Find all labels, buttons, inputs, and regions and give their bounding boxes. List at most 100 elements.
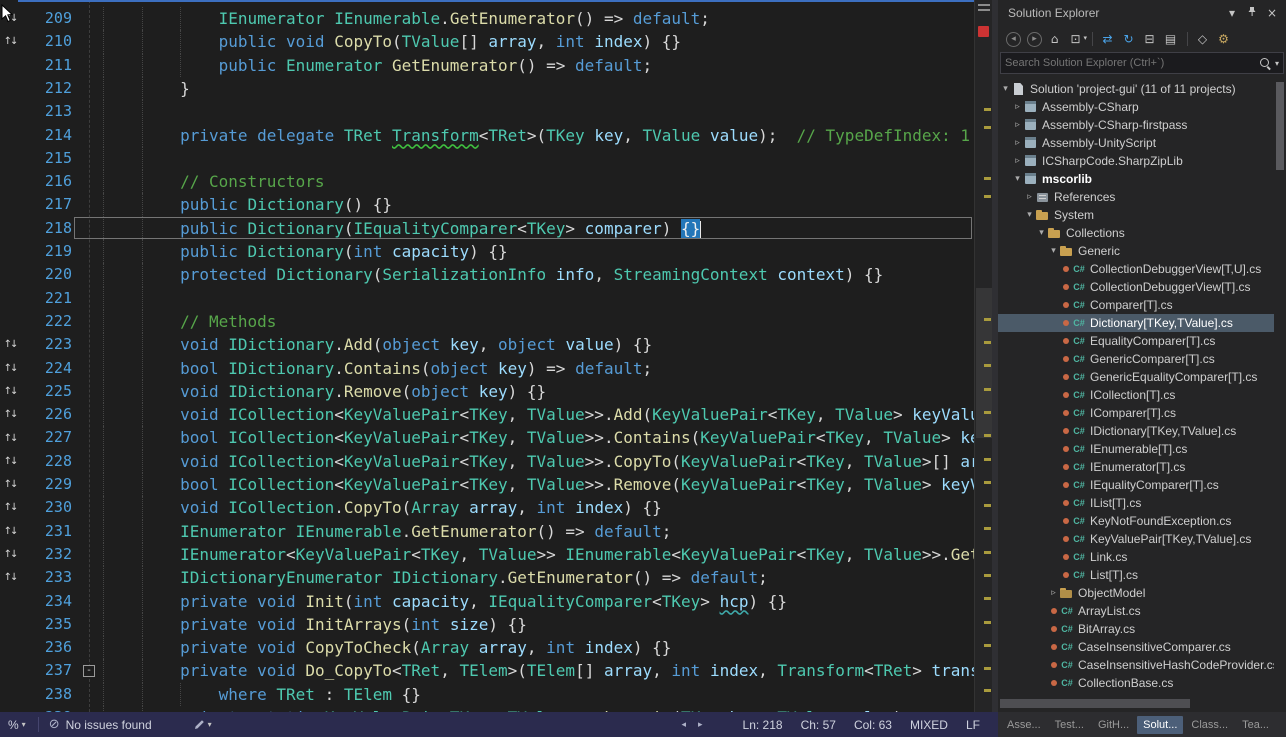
tree-item[interactable]: C#CollectionDebuggerView[T,U].cs <box>998 260 1274 278</box>
code-line[interactable]: 236 private void CopyToCheck(Array array… <box>0 636 974 659</box>
code-line[interactable]: ↑↓223 void IDictionary.Add(object key, o… <box>0 333 974 356</box>
code-line[interactable]: 211 public Enumerator GetEnumerator() =>… <box>0 54 974 77</box>
expander-icon[interactable]: ▹ <box>1012 138 1023 148</box>
interface-implementation-icon[interactable]: ↑↓ <box>0 409 20 420</box>
line-number[interactable]: 211 <box>20 54 72 77</box>
tree-item[interactable]: C#IEqualityComparer[T].cs <box>998 476 1274 494</box>
tree-item[interactable]: C#GenericEqualityComparer[T].cs <box>998 368 1274 386</box>
interface-implementation-icon[interactable]: ↑↓ <box>0 433 20 444</box>
interface-implementation-icon[interactable]: ↑↓ <box>0 572 20 583</box>
tree-item[interactable]: ▹References <box>998 188 1274 206</box>
tool-tab-class[interactable]: Class... <box>1185 716 1234 734</box>
code-line[interactable]: ↑↓210 public void CopyTo(TValue[] array,… <box>0 30 974 53</box>
tool-tab-test[interactable]: Test... <box>1049 716 1090 734</box>
code-line[interactable]: 238 where TRet : TElem {} <box>0 683 974 706</box>
line-number[interactable]: 230 <box>20 496 72 519</box>
sync-with-active-document-icon[interactable]: ⇄ <box>1098 30 1117 48</box>
tool-tab-solut[interactable]: Solut... <box>1137 716 1183 734</box>
interface-implementation-icon[interactable]: ↑↓ <box>0 479 20 490</box>
tree-item[interactable]: C#IEnumerable[T].cs <box>998 440 1274 458</box>
tree-item[interactable]: ▾Collections <box>998 224 1274 242</box>
code-line[interactable]: ↑↓228 void ICollection<KeyValuePair<TKey… <box>0 450 974 473</box>
interface-implementation-icon[interactable]: ↑↓ <box>0 456 20 467</box>
edit-mode-control[interactable]: ▾ <box>194 719 212 730</box>
tree-item[interactable]: C#List[T].cs <box>998 566 1274 584</box>
tree-item[interactable]: C#CollectionBase.cs <box>998 674 1274 692</box>
expander-icon[interactable]: ▾ <box>1012 174 1023 184</box>
tree-item[interactable]: ▹Assembly-UnityScript <box>998 134 1274 152</box>
line-number[interactable]: 219 <box>20 240 72 263</box>
line-number[interactable]: 237 <box>20 659 72 682</box>
interface-implementation-icon[interactable]: ↑↓ <box>0 526 20 537</box>
interface-implementation-icon[interactable]: ↑↓ <box>0 386 20 397</box>
tree-item[interactable]: C#Dictionary[TKey,TValue].cs <box>998 314 1274 332</box>
window-position-icon[interactable]: ▾ <box>1224 6 1240 20</box>
line-number[interactable]: 233 <box>20 566 72 589</box>
tool-tab-gith[interactable]: GitH... <box>1092 716 1135 734</box>
code-line[interactable]: 213 <box>0 100 974 123</box>
zoom-control[interactable]: % ▾ <box>8 718 26 732</box>
code-line[interactable]: ↑↓227 bool ICollection<KeyValuePair<TKey… <box>0 426 974 449</box>
interface-implementation-icon[interactable]: ↑↓ <box>0 363 20 374</box>
line-number[interactable]: 221 <box>20 287 72 310</box>
search-icon[interactable] <box>1259 57 1272 70</box>
switch-views-icon[interactable]: ⊡▾ <box>1066 30 1085 48</box>
tree-item[interactable]: C#KeyNotFoundException.cs <box>998 512 1274 530</box>
line-number[interactable]: 210 <box>20 30 72 53</box>
pin-icon[interactable] <box>1244 6 1260 20</box>
expander-icon[interactable]: ▾ <box>1048 246 1059 256</box>
scrollbar-thumb[interactable] <box>1000 699 1190 708</box>
code-line[interactable]: 237 private void Do_CopyTo<TRet, TElem>(… <box>0 659 974 682</box>
tree-item[interactable]: C#CaseInsensitiveHashCodeProvider.cs <box>998 656 1274 674</box>
interface-implementation-icon[interactable]: ↑↓ <box>0 549 20 560</box>
code-line[interactable]: 217 public Dictionary() {} <box>0 193 974 216</box>
expander-icon[interactable]: ▾ <box>1000 84 1011 94</box>
encoding-indicator[interactable]: MIXED <box>910 718 948 732</box>
tree-item[interactable]: C#Comparer[T].cs <box>998 296 1274 314</box>
view-code-icon[interactable]: ◇ <box>1193 30 1212 48</box>
line-number[interactable]: 224 <box>20 357 72 380</box>
interface-implementation-icon[interactable]: ↑↓ <box>0 339 20 350</box>
tree-item[interactable]: ▹ObjectModel <box>998 584 1274 602</box>
tree-item[interactable]: C#Link.cs <box>998 548 1274 566</box>
line-number[interactable]: 218 <box>20 217 72 240</box>
search-input[interactable] <box>1005 57 1259 69</box>
code-line[interactable]: ↑↓225 void IDictionary.Remove(object key… <box>0 380 974 403</box>
code-line[interactable]: 216 // Constructors <box>0 170 974 193</box>
expander-icon[interactable]: ▾ <box>1036 228 1047 238</box>
code-line[interactable]: 222 // Methods <box>0 310 974 333</box>
code-line[interactable]: 218 public Dictionary(IEqualityComparer<… <box>0 217 974 240</box>
expander-icon[interactable]: ▹ <box>1012 102 1023 112</box>
tree-vertical-scrollbar[interactable] <box>1274 80 1286 694</box>
line-number[interactable]: 236 <box>20 636 72 659</box>
tree-item[interactable]: C#IList[T].cs <box>998 494 1274 512</box>
code-line[interactable]: ↑↓209 IEnumerator IEnumerable.GetEnumera… <box>0 7 974 30</box>
line-number[interactable]: 234 <box>20 590 72 613</box>
code-line[interactable]: ↑↓229 bool ICollection<KeyValuePair<TKey… <box>0 473 974 496</box>
line-number[interactable]: 220 <box>20 263 72 286</box>
tool-tab-asse[interactable]: Asse... <box>1001 716 1047 734</box>
interface-implementation-icon[interactable]: ↑↓ <box>0 502 20 513</box>
line-number[interactable]: 226 <box>20 403 72 426</box>
line-number[interactable]: 225 <box>20 380 72 403</box>
tree-item[interactable]: ▹ICSharpCode.SharpZipLib <box>998 152 1274 170</box>
line-number[interactable]: 231 <box>20 520 72 543</box>
tree-item[interactable]: C#IComparer[T].cs <box>998 404 1274 422</box>
tree-item[interactable]: C#ICollection[T].cs <box>998 386 1274 404</box>
tree-item[interactable]: ▾System <box>998 206 1274 224</box>
expander-icon[interactable]: ▹ <box>1012 156 1023 166</box>
line-number[interactable]: 212 <box>20 77 72 100</box>
code-line[interactable]: 220 protected Dictionary(SerializationIn… <box>0 263 974 286</box>
refresh-icon[interactable]: ↻ <box>1119 30 1138 48</box>
line-number[interactable]: 209 <box>20 7 72 30</box>
editor-vertical-scrollbar[interactable] <box>974 0 992 712</box>
tree-item[interactable]: ▾Solution 'project-gui' (11 of 11 projec… <box>998 80 1274 98</box>
tool-tab-tea[interactable]: Tea... <box>1236 716 1275 734</box>
code-line[interactable]: ↑↓233 IDictionaryEnumerator IDictionary.… <box>0 566 974 589</box>
code-editor[interactable]: ↑↓209 IEnumerator IEnumerable.GetEnumera… <box>0 0 974 712</box>
line-number[interactable]: 215 <box>20 147 72 170</box>
issues-indicator[interactable]: ⊘ No issues found <box>49 717 152 732</box>
code-line[interactable]: ↑↓231 IEnumerator IEnumerable.GetEnumera… <box>0 520 974 543</box>
expander-icon[interactable]: ▾ <box>1024 210 1035 220</box>
tree-item[interactable]: C#EqualityComparer[T].cs <box>998 332 1274 350</box>
